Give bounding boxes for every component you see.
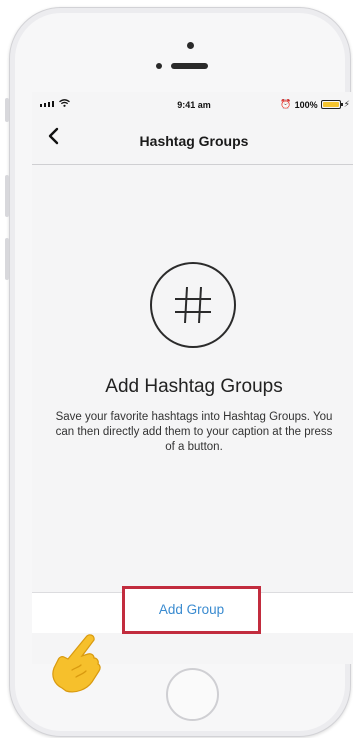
app-screen: 9:41 am ⏰ 100% ⚡ Hashtag Groups Add Hash… (32, 92, 353, 664)
add-group-button[interactable]: Add Group (122, 586, 261, 634)
mute-switch (5, 98, 9, 122)
navigation-bar: Hashtag Groups (32, 118, 353, 165)
page-title: Hashtag Groups (139, 133, 249, 149)
pointing-hand-icon (52, 634, 101, 693)
empty-state-title: Add Hashtag Groups (105, 376, 283, 397)
charging-icon: ⚡ (343, 99, 350, 109)
volume-up-button (5, 175, 9, 217)
volume-down-button (5, 238, 9, 280)
status-bar: 9:41 am ⏰ 100% ⚡ (32, 92, 353, 118)
battery-group: ⏰ 100% ⚡ (280, 99, 350, 110)
home-button[interactable] (166, 668, 219, 721)
battery-icon (320, 100, 343, 109)
earpiece-speaker (171, 63, 208, 69)
battery-tip (340, 103, 343, 106)
battery-percent: 100% (294, 99, 318, 110)
empty-state-description: Save your favorite hashtags into Hashtag… (55, 411, 333, 453)
battery-fill (322, 102, 339, 107)
hashtag-icon (150, 262, 236, 348)
add-group-label: Add Group (158, 602, 225, 617)
alarm-icon: ⏰ (280, 99, 292, 109)
hashtag-glyph (175, 286, 211, 324)
proximity-sensor (156, 63, 162, 69)
front-camera (187, 42, 194, 49)
